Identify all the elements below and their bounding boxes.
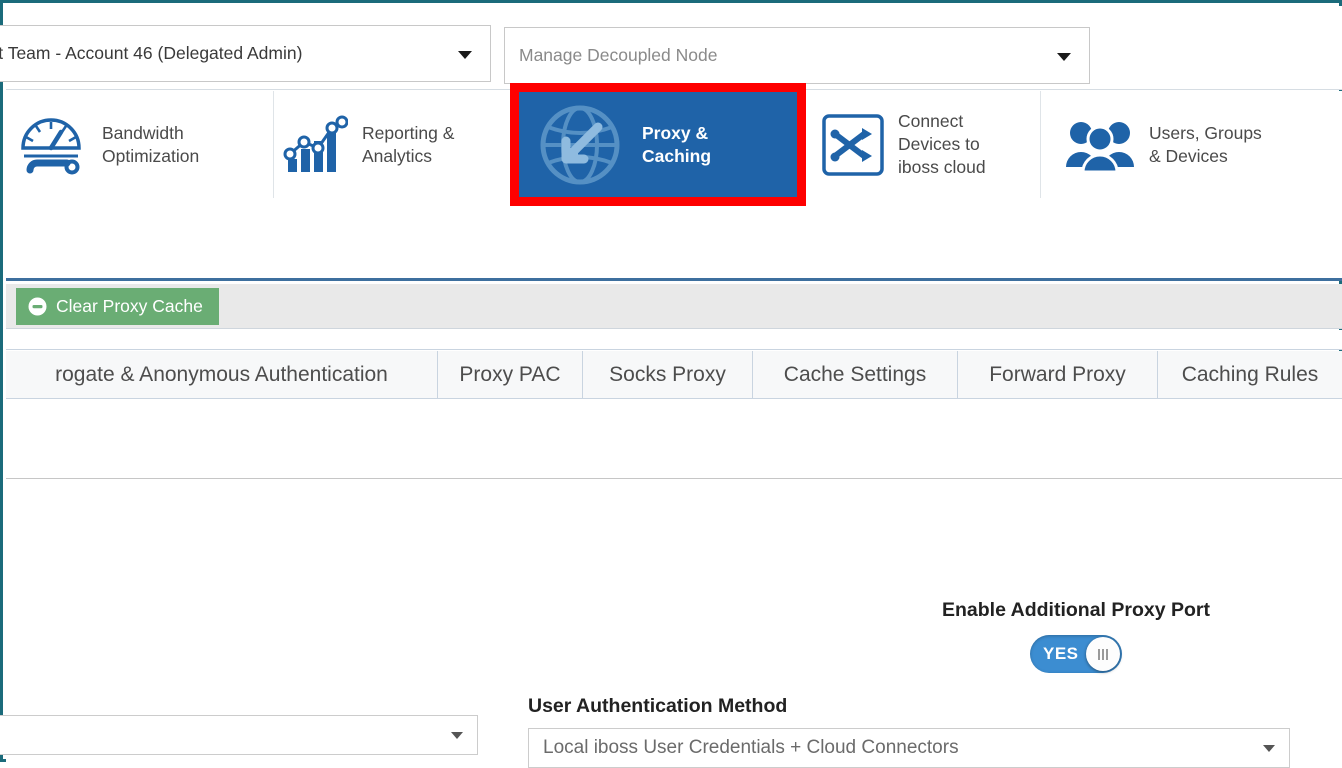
nav-tile-connect-devices[interactable]: Connect Devices to iboss cloud — [798, 91, 1041, 198]
action-toolbar: Clear Proxy Cache — [6, 284, 1342, 329]
nav-tile-label: Proxy & Caching — [642, 122, 711, 168]
additional-proxy-port-label: Enable Additional Proxy Port — [926, 599, 1226, 622]
nav-tile-users-groups-devices[interactable]: Users, Groups & Devices — [1041, 91, 1341, 198]
nav-tile-label: Connect Devices to iboss cloud — [898, 110, 986, 178]
manage-node-selector[interactable]: Manage Decoupled Node — [504, 27, 1090, 84]
tab-content-panel: Enable Additional Proxy Port YES User Au… — [6, 399, 1342, 762]
application-frame: port Team - Account 46 (Delegated Admin)… — [0, 0, 1342, 762]
primary-navigation-row: Bandwidth Optimization — [6, 91, 1342, 199]
secondary-select[interactable] — [0, 715, 478, 755]
clear-proxy-cache-label: Clear Proxy Cache — [56, 296, 203, 317]
nav-tile-bandwidth-optimization[interactable]: Bandwidth Optimization — [6, 91, 274, 198]
manage-node-selector-value: Manage Decoupled Node — [505, 45, 717, 66]
account-selector-value: port Team - Account 46 (Delegated Admin) — [0, 43, 302, 64]
tab-surrogate-anonymous-authentication[interactable]: rogate & Anonymous Authentication — [6, 351, 438, 399]
toggle-state-text: YES — [1043, 644, 1079, 664]
sub-header-panel — [6, 199, 1342, 281]
nav-tile-label: Bandwidth Optimization — [102, 122, 199, 168]
content-divider — [6, 478, 1342, 479]
user-authentication-method-value: Local iboss User Credentials + Cloud Con… — [529, 737, 959, 759]
tab-caching-rules[interactable]: Caching Rules — [1158, 351, 1342, 399]
clear-proxy-cache-button[interactable]: Clear Proxy Cache — [16, 288, 219, 325]
tab-label: Forward Proxy — [989, 363, 1126, 387]
top-selector-bar: port Team - Account 46 (Delegated Admin)… — [6, 6, 1342, 90]
chevron-down-icon — [1057, 53, 1071, 61]
user-authentication-method-label: User Authentication Method — [528, 695, 1290, 718]
users-group-icon — [1065, 115, 1135, 175]
bar-chart-line-icon — [282, 112, 348, 178]
globe-arrow-icon — [532, 97, 628, 193]
chevron-down-icon — [458, 51, 472, 59]
tab-label: rogate & Anonymous Authentication — [55, 363, 388, 387]
tab-label: Proxy PAC — [459, 363, 560, 387]
toolbar-divider-strip — [6, 330, 1342, 350]
chevron-down-icon — [1263, 745, 1275, 752]
tab-socks-proxy[interactable]: Socks Proxy — [583, 351, 753, 399]
user-authentication-method-select[interactable]: Local iboss User Credentials + Cloud Con… — [528, 728, 1290, 768]
additional-proxy-port-group: Enable Additional Proxy Port YES — [926, 599, 1226, 673]
tab-cache-settings[interactable]: Cache Settings — [753, 351, 958, 399]
gauge-wrench-icon — [14, 112, 88, 178]
tab-proxy-pac[interactable]: Proxy PAC — [438, 351, 583, 399]
toggle-knob-handle[interactable] — [1086, 637, 1120, 671]
circle-minus-icon — [28, 297, 47, 316]
tab-label: Socks Proxy — [609, 363, 726, 387]
tab-forward-proxy[interactable]: Forward Proxy — [958, 351, 1158, 399]
crossing-arrows-icon — [822, 114, 884, 176]
settings-tab-bar: rogate & Anonymous Authentication Proxy … — [6, 351, 1342, 399]
account-selector[interactable]: port Team - Account 46 (Delegated Admin) — [0, 25, 491, 82]
nav-tile-reporting-analytics[interactable]: Reporting & Analytics — [274, 91, 518, 198]
nav-tile-proxy-caching[interactable]: Proxy & Caching — [518, 91, 798, 198]
nav-tile-label: Users, Groups & Devices — [1149, 122, 1262, 168]
tab-label: Cache Settings — [784, 363, 926, 387]
tab-label: Caching Rules — [1182, 363, 1319, 387]
chevron-down-icon — [451, 732, 463, 739]
nav-tile-label: Reporting & Analytics — [362, 122, 454, 168]
user-authentication-method-group: User Authentication Method Local iboss U… — [528, 695, 1290, 768]
additional-proxy-port-toggle[interactable]: YES — [1030, 635, 1122, 673]
